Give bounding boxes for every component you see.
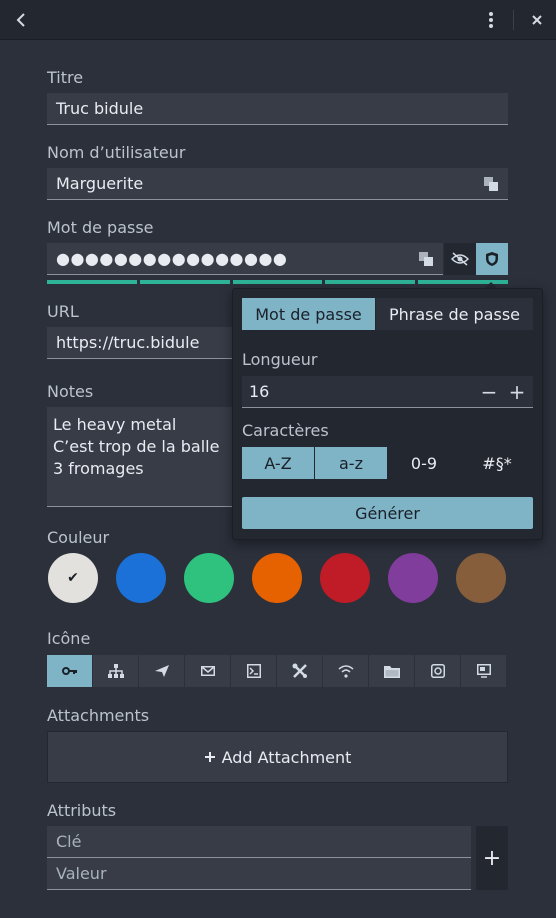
icon-option-wifi[interactable] <box>323 655 369 687</box>
add-attachment-label: Add Attachment <box>221 747 352 767</box>
charset-symbols[interactable]: #§* <box>461 447 533 479</box>
safe-icon <box>430 664 445 678</box>
length-decrease-button[interactable]: − <box>475 376 503 408</box>
tab-password[interactable]: Mot de passe <box>242 298 375 330</box>
icon-label: Icône <box>47 629 91 648</box>
shield-icon <box>486 252 498 266</box>
tab-passphrase[interactable]: Phrase de passe <box>376 298 533 330</box>
strength-segment <box>47 280 137 284</box>
network-icon <box>107 664 124 678</box>
notes-line: 3 fromages <box>53 459 144 478</box>
icon-option-mail[interactable] <box>185 655 231 687</box>
icon-picker <box>47 655 507 687</box>
username-value: Marguerite <box>56 174 144 193</box>
password-strength-bar <box>47 280 508 284</box>
attribute-key-placeholder: Clé <box>56 832 82 851</box>
charset-uppercase[interactable]: A-Z <box>242 447 314 479</box>
characters-label: Caractères <box>242 421 329 440</box>
icon-option-safe[interactable] <box>415 655 461 687</box>
chevron-left-icon <box>16 13 25 27</box>
notes-label: Notes <box>47 382 94 401</box>
title-label: Titre <box>47 68 84 87</box>
attribute-value-placeholder: Valeur <box>56 864 107 883</box>
color-option[interactable] <box>456 553 506 603</box>
icon-option-folder[interactable] <box>369 655 415 687</box>
url-value: https://truc.bidule <box>56 333 200 352</box>
kebab-menu-icon <box>489 12 493 28</box>
title-field[interactable]: Truc bidule <box>47 93 508 125</box>
password-field[interactable]: ●●●●●●●●●●●●●●●● <box>47 243 443 275</box>
color-option[interactable] <box>388 553 438 603</box>
strength-segment <box>232 280 323 284</box>
password-label: Mot de passe <box>47 218 154 237</box>
folder-icon <box>383 665 400 678</box>
check-icon: ✔ <box>67 570 79 586</box>
url-label: URL <box>47 302 79 321</box>
icon-option-terminal[interactable] <box>231 655 277 687</box>
icon-option-computer[interactable] <box>461 655 507 687</box>
attribute-value-input[interactable]: Valeur <box>47 858 471 890</box>
key-icon <box>61 667 77 675</box>
wifi-icon <box>338 665 353 678</box>
strength-segment <box>139 280 230 284</box>
charset-lowercase[interactable]: a-z <box>315 447 387 479</box>
color-option[interactable] <box>252 553 302 603</box>
color-option[interactable] <box>184 553 234 603</box>
header-bar <box>0 0 556 40</box>
color-label: Couleur <box>47 528 110 547</box>
icon-option-tools[interactable] <box>277 655 323 687</box>
add-attachment-button[interactable]: Add Attachment <box>47 731 508 783</box>
menu-button[interactable] <box>476 0 506 40</box>
strength-segment <box>325 280 416 284</box>
attachments-label: Attachments <box>47 706 150 725</box>
tools-icon <box>292 663 307 678</box>
notes-textarea[interactable]: Le heavy metal C’est trop de la balle 3 … <box>47 407 247 507</box>
title-value: Truc bidule <box>56 99 144 118</box>
length-label: Longueur <box>242 350 318 369</box>
notes-line: Le heavy metal <box>53 415 177 434</box>
generate-button[interactable]: Générer <box>242 497 533 529</box>
username-field[interactable]: Marguerite <box>47 168 508 200</box>
header-separator <box>513 10 514 30</box>
color-option[interactable]: ✔ <box>48 553 98 603</box>
back-button[interactable] <box>6 0 36 40</box>
mail-icon <box>200 666 215 676</box>
notes-line: C’est trop de la balle <box>53 437 220 456</box>
computer-icon <box>476 664 491 678</box>
copy-icon[interactable] <box>419 252 433 266</box>
attribute-key-input[interactable]: Clé <box>47 826 471 858</box>
password-generator-button[interactable] <box>476 243 508 275</box>
copy-icon[interactable] <box>484 177 498 191</box>
color-option[interactable] <box>116 553 166 603</box>
password-value: ●●●●●●●●●●●●●●●● <box>56 249 288 268</box>
icon-option-send[interactable] <box>139 655 185 687</box>
username-label: Nom d’utilisateur <box>47 143 186 162</box>
length-value: 16 <box>249 382 270 401</box>
url-field[interactable]: https://truc.bidule <box>47 327 247 359</box>
send-icon <box>154 665 169 677</box>
add-attribute-button[interactable]: + <box>476 826 508 890</box>
plus-icon <box>204 752 215 762</box>
attributes-label: Attributs <box>47 801 117 820</box>
icon-option-key[interactable] <box>47 655 93 687</box>
close-icon <box>532 15 542 25</box>
length-increase-button[interactable]: + <box>503 376 531 408</box>
toggle-visibility-button[interactable] <box>444 243 476 275</box>
terminal-icon <box>246 664 261 678</box>
color-option[interactable] <box>320 553 370 603</box>
close-button[interactable] <box>522 0 552 40</box>
icon-option-network[interactable] <box>93 655 139 687</box>
charset-digits[interactable]: 0-9 <box>388 447 460 479</box>
eye-hidden-icon <box>451 252 469 266</box>
